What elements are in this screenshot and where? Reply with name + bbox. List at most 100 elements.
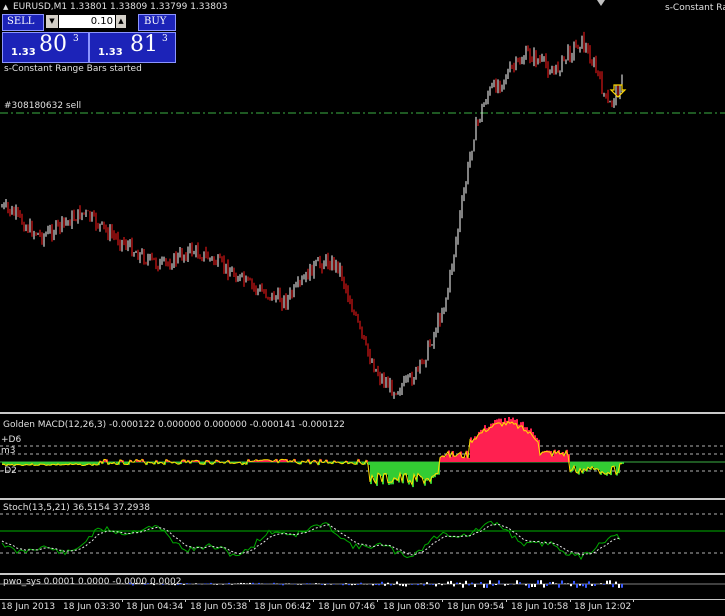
pwo-bar [399,584,401,586]
pwo-bar [183,584,185,585]
pwo-bar [543,584,545,588]
pwo-bar [411,584,413,585]
time-axis-label: 18 Jun 2013 [1,602,56,612]
pwo-bar [555,583,557,584]
time-axis-tick [185,599,186,602]
macd-bar [540,454,542,462]
pwo-bar [573,580,575,584]
macd-bar [378,462,380,475]
pwo-bar [417,584,419,586]
pwo-bar [438,583,440,584]
macd-bar [518,424,520,462]
pwo-bar [288,583,290,584]
macd-bar [414,462,416,476]
macd-bar [514,419,516,462]
macd-bar [428,462,430,481]
macd-bar [560,453,562,462]
pwo-bar [468,584,470,586]
pwo-bar [258,582,260,584]
macd-bar [520,422,522,462]
order-line-label[interactable]: #308180632 sell [4,101,81,112]
macd-bar [506,420,508,462]
pwo-bar [594,584,596,586]
pwo-bar [582,584,584,587]
macd-level-m3-label: m3 [1,446,16,456]
pwo-bar [216,584,218,585]
pwo-bar [441,584,443,586]
pwo-bar [492,584,494,586]
time-axis-tick [633,599,634,602]
pwo-bar [189,583,191,584]
macd-bar [528,430,530,462]
pwo-bar [609,580,611,584]
pwo-bar [462,584,464,588]
pwo-bar [357,584,359,585]
pwo-bar [306,583,308,584]
price-chart[interactable] [0,0,725,412]
macd-bar [380,462,382,476]
time-axis-tick [377,599,378,602]
pwo-bar [405,584,407,587]
macd-bar [478,431,480,462]
pwo-bar [207,583,209,584]
pwo-bar [243,583,245,584]
pwo-bar [552,581,554,584]
macd-bar [510,419,512,462]
macd-bar [602,462,604,473]
pwo-bar [282,584,284,586]
pwo-bar [210,582,212,584]
pwo-bar [465,580,467,584]
macd-bar [556,452,558,462]
pwo-bar [534,584,536,587]
pwo-bar [618,584,620,588]
pwo-bar [528,584,530,588]
macd-bar [388,462,390,485]
pwo-bar [564,583,566,584]
pwo-bar [600,583,602,584]
macd-bar [418,462,420,475]
pwo-bar [228,582,230,584]
pwo-bar [213,584,215,585]
macd-bar [498,418,500,462]
macd-bar [406,462,408,475]
macd-bar [410,462,412,483]
pwo-bar [579,584,581,586]
pwo-bar [450,580,452,584]
macd-bar [420,462,422,478]
macd-bar [422,462,424,480]
pwo-bar [375,584,377,585]
macd-bar [604,462,606,475]
pwo-bar [372,584,374,586]
macd-level-d6-label: +D6 [1,435,22,445]
pwo-bar [402,584,404,587]
pwo-bar [246,583,248,584]
pwo-bar [297,584,299,585]
time-axis-label: 18 Jun 05:38 [190,602,248,612]
macd-bar [458,453,460,462]
pwo-bar [561,580,563,584]
pwo-bar [453,584,455,587]
time-axis-tick [506,599,507,602]
pwo-bar [252,582,254,584]
pwo-bar [333,584,335,585]
time-axis-label: 18 Jun 04:34 [126,602,184,612]
pwo-bar [429,584,431,585]
time-axis-label: 18 Jun 08:50 [383,602,441,612]
pwo-bar [423,584,425,586]
macd-bar [426,462,428,481]
macd-bar [390,462,392,485]
pwo-bar [498,580,500,584]
pwo-bar [393,584,395,585]
pwo-bar [567,583,569,584]
pwo-bar [588,581,590,584]
macd-level-d2-label: -D2 [1,466,17,476]
macd-bar [384,462,386,475]
macd-bar [372,462,374,477]
pwo-label: pwo_sys 0.0001 0.0000 -0.0000 0.0002 [3,577,182,587]
pwo-bar [504,584,506,586]
stoch-label: Stoch(13,5,21) 36.5154 37.2938 [3,503,150,513]
macd-bar [524,427,526,462]
pwo-bar [591,584,593,586]
pwo-bar [519,582,521,584]
pwo-bar [330,584,332,585]
